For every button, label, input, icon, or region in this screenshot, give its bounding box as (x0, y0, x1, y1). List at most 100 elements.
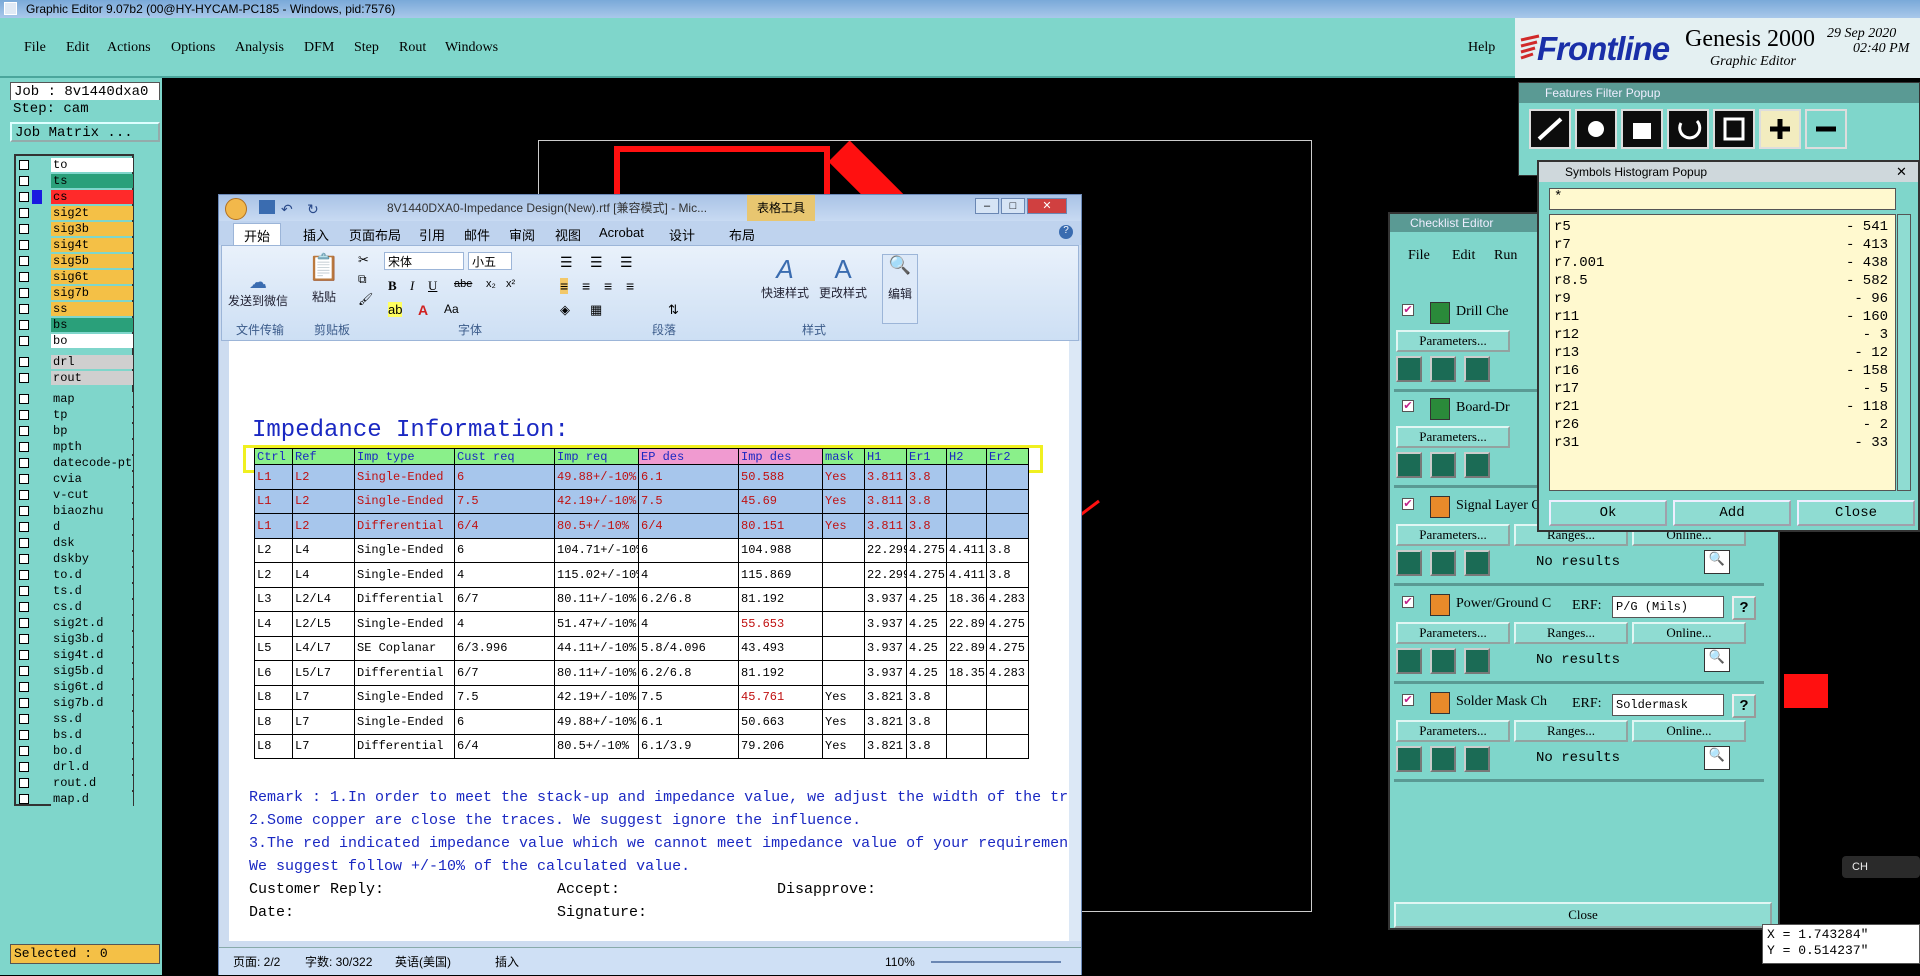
arc-filter-icon[interactable] (1667, 109, 1709, 149)
layer-checkbox[interactable] (19, 336, 29, 346)
symbols-ok-button[interactable]: Ok (1549, 500, 1667, 526)
layer-checkbox[interactable] (19, 224, 29, 234)
numbering-icon[interactable]: ☰ (590, 254, 603, 271)
close-button[interactable]: ✕ (1027, 198, 1067, 214)
layer-item[interactable]: sig3b (16, 222, 134, 237)
zoom-results-icon[interactable]: 🔍 (1704, 746, 1730, 770)
layer-item[interactable]: sig2t (16, 206, 134, 221)
tab-review[interactable]: 审阅 (509, 225, 535, 244)
menu-help[interactable]: Help (1468, 40, 1495, 56)
layer-item[interactable]: dskby (16, 552, 134, 567)
tab-home[interactable]: 开始 (233, 223, 282, 247)
layer-checkbox[interactable] (19, 160, 29, 170)
layer-checkbox[interactable] (19, 602, 29, 612)
symbol-row[interactable]: r17 - 5 (1554, 381, 1892, 399)
help-question-button[interactable]: ? (1732, 694, 1756, 718)
erf-field[interactable]: P/G (Mils) (1612, 596, 1724, 618)
shading-icon[interactable]: ◈ (560, 302, 570, 318)
language-indicator[interactable]: CH (1842, 856, 1920, 878)
tab-mailings[interactable]: 邮件 (464, 225, 490, 244)
symbol-row[interactable]: r21 - 118 (1554, 399, 1892, 417)
layer-item[interactable]: to (16, 158, 134, 173)
layer-checkbox[interactable] (19, 506, 29, 516)
layer-item[interactable]: rout (16, 371, 134, 386)
layer-item[interactable]: ss.d (16, 712, 134, 727)
layer-checkbox[interactable] (19, 618, 29, 628)
italic-icon[interactable]: I (410, 278, 414, 294)
align-center-icon[interactable]: ≡ (582, 278, 590, 294)
layer-item[interactable]: dsk (16, 536, 134, 551)
layer-checkbox[interactable] (19, 426, 29, 436)
symbols-list[interactable]: r5 - 541 r7 - 413 r7.001 - 438 r8.5 - 582 r9 - 96… (1549, 214, 1896, 491)
zoom-results-icon[interactable]: 🔍 (1704, 648, 1730, 672)
symbol-row[interactable]: r16 - 158 (1554, 363, 1892, 381)
layer-checkbox[interactable] (19, 442, 29, 452)
symbol-row[interactable]: r26 - 2 (1554, 417, 1892, 435)
strikethrough-icon[interactable]: abe (454, 278, 472, 290)
underline-icon[interactable]: U (428, 278, 437, 294)
erf-field[interactable]: Soldermask (1612, 694, 1724, 716)
ranges-button[interactable]: Ranges... (1514, 622, 1628, 644)
run-action-icon[interactable] (1396, 746, 1422, 772)
layer-item[interactable]: ss (16, 302, 134, 317)
save-icon[interactable] (259, 200, 275, 214)
ranges-button[interactable]: Ranges... (1514, 720, 1628, 742)
redo-icon[interactable]: ↻ (307, 196, 319, 222)
layer-item[interactable]: sig7b.d (16, 696, 134, 711)
layer-item[interactable]: ts.d (16, 584, 134, 599)
checklist-close-button[interactable]: Close (1394, 902, 1772, 928)
layer-item[interactable]: sig6t (16, 270, 134, 285)
run-action-icon[interactable] (1464, 452, 1490, 478)
layer-checkbox[interactable] (19, 320, 29, 330)
layer-checkbox[interactable] (19, 730, 29, 740)
change-styles-button[interactable]: A 更改样式 (816, 254, 870, 301)
parameters-button[interactable]: Parameters... (1396, 720, 1510, 742)
symbol-row[interactable]: r7 - 413 (1554, 237, 1892, 255)
layer-item[interactable]: sig5b.d (16, 664, 134, 679)
layer-checkbox[interactable] (19, 570, 29, 580)
section-checkbox[interactable]: ✔ (1402, 498, 1414, 510)
undo-icon[interactable]: ↶ (281, 196, 293, 222)
layer-checkbox[interactable] (19, 666, 29, 676)
layer-item[interactable]: cs.d (16, 600, 134, 615)
layer-checkbox[interactable] (19, 794, 29, 804)
run-action-icon[interactable] (1464, 550, 1490, 576)
layer-checkbox[interactable] (19, 272, 29, 282)
tab-insert[interactable]: 插入 (303, 225, 329, 244)
paste-button[interactable]: 📋 粘贴 (306, 252, 342, 305)
line-filter-icon[interactable] (1529, 109, 1571, 149)
tab-view[interactable]: 视图 (555, 225, 581, 244)
layer-checkbox[interactable] (19, 778, 29, 788)
superscript-icon[interactable]: x² (506, 278, 515, 290)
tab-page-layout[interactable]: 页面布局 (349, 225, 401, 244)
layer-checkbox[interactable] (19, 304, 29, 314)
zoom-slider[interactable] (931, 961, 1061, 963)
section-checkbox[interactable]: ✔ (1402, 304, 1414, 316)
layer-checkbox[interactable] (19, 256, 29, 266)
layer-item[interactable]: bs (16, 318, 134, 333)
multilevel-list-icon[interactable]: ☰ (620, 254, 633, 271)
layer-checkbox[interactable] (19, 208, 29, 218)
bullets-icon[interactable]: ☰ (560, 254, 573, 271)
run-action-icon[interactable] (1464, 746, 1490, 772)
tab-layout[interactable]: 布局 (729, 225, 755, 244)
layer-checkbox[interactable] (19, 586, 29, 596)
layer-item[interactable]: drl.d (16, 760, 134, 775)
run-action-icon[interactable] (1396, 550, 1422, 576)
maximize-button[interactable]: □ (1001, 198, 1025, 214)
copy-icon[interactable]: ⧉ (358, 272, 367, 287)
positive-filter-icon[interactable] (1759, 109, 1801, 149)
layer-item[interactable]: biaozhu (16, 504, 134, 519)
layer-item[interactable]: bp (16, 424, 134, 439)
layer-item[interactable]: d (16, 520, 134, 535)
subscript-icon[interactable]: x₂ (486, 278, 496, 290)
layer-checkbox[interactable] (19, 522, 29, 532)
layer-checkbox[interactable] (19, 554, 29, 564)
font-name-select[interactable]: 宋体 (384, 252, 464, 270)
layer-item[interactable]: sig2t.d (16, 616, 134, 631)
run-action-icon[interactable] (1396, 648, 1422, 674)
layer-item[interactable]: sig4t.d (16, 648, 134, 663)
layer-checkbox[interactable] (19, 373, 29, 383)
layer-item[interactable]: bo (16, 334, 134, 349)
symbol-row[interactable]: r31 - 33 (1554, 435, 1892, 453)
